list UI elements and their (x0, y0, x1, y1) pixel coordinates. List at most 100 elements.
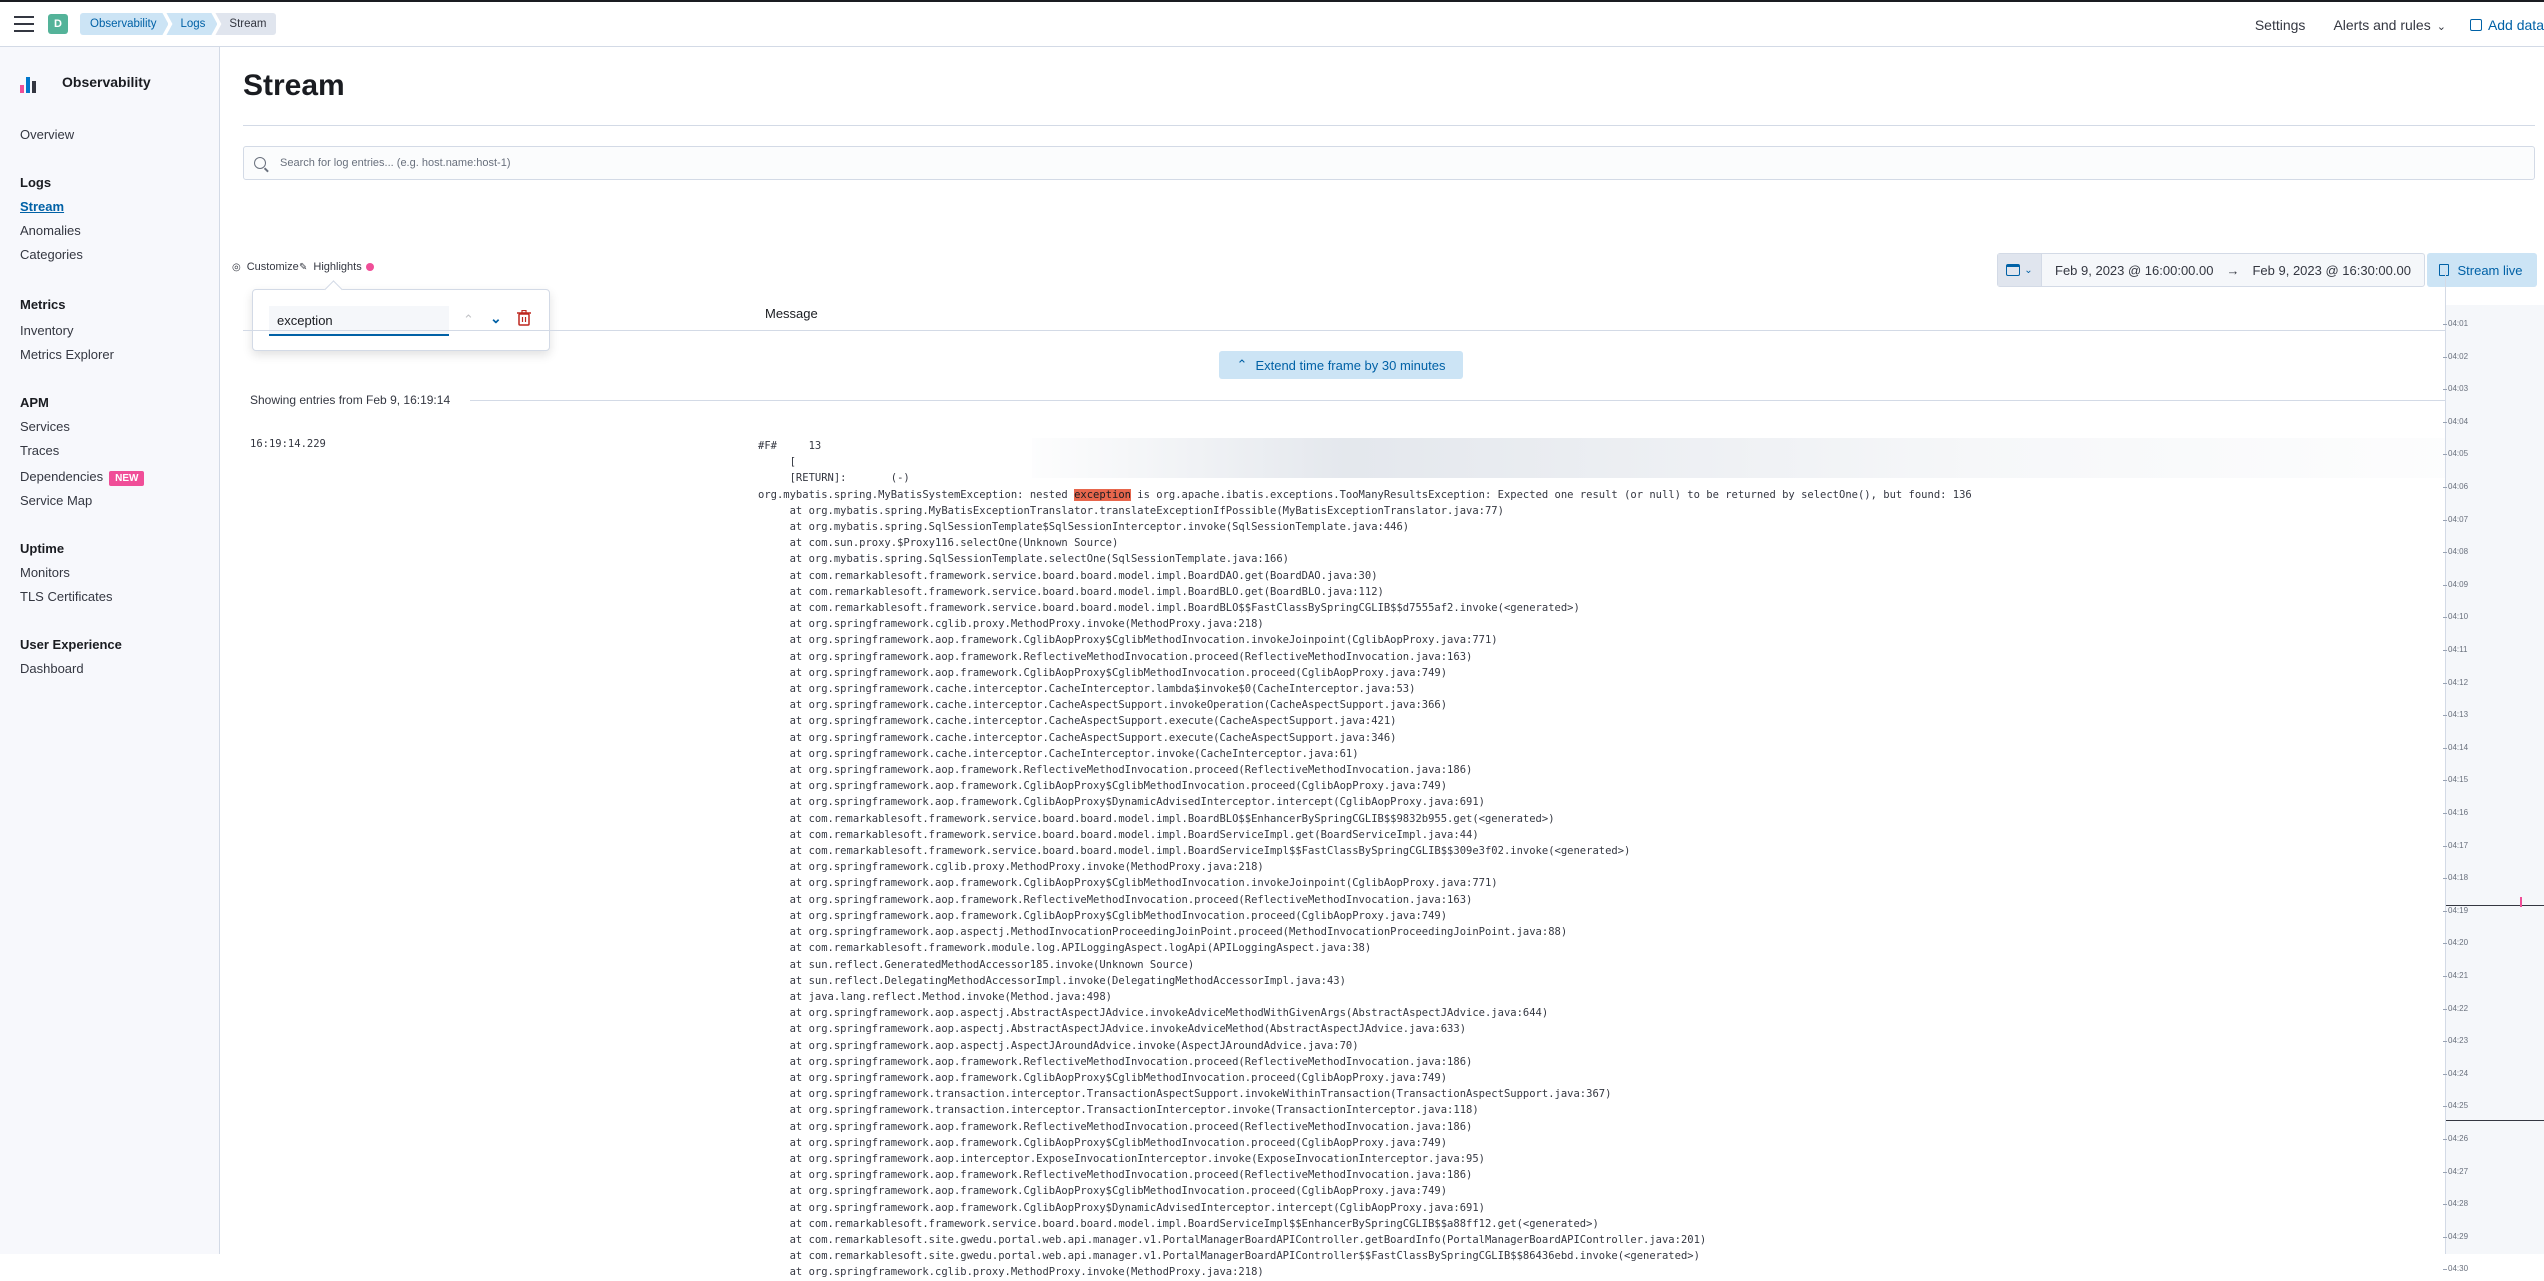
sidebar-item-anomalies[interactable]: Anomalies (20, 223, 81, 238)
stack-line: at org.mybatis.spring.SqlSessionTemplate… (789, 553, 1290, 566)
stack-line: at org.springframework.cache.interceptor… (789, 699, 1448, 712)
highlights-popover: ⌃ ⌄ (252, 289, 550, 351)
log-minimap[interactable]: 04:01 04:02 04:03 04:04 04:05 04:06 04:07 04:08… (2442, 271, 2544, 1273)
minimap-tick: 04:04 (2442, 416, 2469, 426)
chevron-down-icon[interactable]: ⌄ (490, 310, 502, 327)
sidebar-item-service-map[interactable]: Service Map (20, 493, 92, 508)
stack-line: at org.springframework.aop.framework.Cgl… (789, 1136, 1448, 1149)
highlight-term-input[interactable] (269, 306, 449, 336)
observability-logo-icon (20, 71, 42, 93)
alerts-menu[interactable]: Alerts and rules ⌄ (2333, 17, 2446, 33)
stack-line: at org.springframework.aop.framework.Ref… (789, 893, 1473, 906)
plus-icon (2469, 18, 2482, 31)
main-content: Stream Search for log entries... (e.g. h… (222, 47, 2544, 1278)
add-data-label: Add data (2487, 16, 2544, 33)
breadcrumb-logs[interactable]: Logs (166, 13, 217, 35)
chevron-down-icon: ⌄ (2024, 264, 2033, 276)
settings-link[interactable]: Settings (2255, 17, 2306, 33)
search-bar[interactable]: Search for log entries... (e.g. host.nam… (243, 146, 2535, 180)
sidebar-item-traces[interactable]: Traces (20, 443, 59, 458)
search-placeholder: Search for log entries... (e.g. host.nam… (280, 157, 511, 169)
stack-line: at org.springframework.cache.interceptor… (789, 731, 1397, 744)
stack-line: at org.mybatis.spring.MyBatisExceptionTr… (789, 504, 1504, 517)
showing-divider (470, 400, 2455, 401)
minimap-tick: 04:12 (2442, 677, 2469, 687)
stack-line: at org.springframework.aop.framework.Cgl… (789, 634, 1498, 647)
sidebar-item-label: Traces (20, 443, 60, 458)
minimap-tick: 04:25 (2442, 1101, 2469, 1111)
quick-select-button[interactable]: ⌄ (1998, 254, 2042, 286)
minimap-tick: 04:17 (2442, 840, 2469, 850)
highlights-button[interactable]: ✎ Highlights (299, 261, 374, 273)
log-message[interactable]: #F# 13 [ [RETURN]: (-) org.mybatis.sprin… (758, 438, 2438, 1281)
minimap-tick: 04:15 (2442, 775, 2469, 785)
sidebar-item-metrics-explorer[interactable]: Metrics Explorer (20, 347, 114, 362)
minimap-tick: 04:01 (2442, 319, 2469, 328)
minimap-tick: 04:18 (2442, 873, 2469, 883)
sidebar-item-dependencies[interactable]: Dependencies NEW (20, 469, 145, 486)
stack-line: at org.springframework.aop.framework.Ref… (789, 1169, 1473, 1182)
stack-line: at org.springframework.cache.interceptor… (789, 683, 1416, 696)
sidebar-item-services[interactable]: Services (20, 419, 70, 434)
chevron-up-icon[interactable]: ⌃ (463, 312, 474, 328)
page-title: Stream (243, 69, 345, 102)
sidebar-item-label: Stream (20, 199, 65, 214)
minimap-tick: 04:11 (2442, 645, 2468, 654)
arrow-right-icon: → (2226, 262, 2240, 278)
message-column-header: Message (765, 306, 818, 321)
minimap-tick: 04:08 (2442, 547, 2469, 557)
space-avatar[interactable]: D (48, 14, 68, 34)
sidebar-item-label: Dependencies (20, 469, 104, 484)
minimap-tick: 04:07 (2442, 514, 2469, 524)
sidebar-item-label: Categories (20, 247, 83, 262)
sidebar-item-dashboard[interactable]: Dashboard (20, 661, 84, 676)
sidebar-item-inventory[interactable]: Inventory (20, 323, 73, 338)
stack-line: at org.springframework.transaction.inter… (789, 1104, 1479, 1117)
stack-line: at org.springframework.cache.interceptor… (789, 715, 1397, 728)
sidebar: Observability Overview Logs Stream Anomalie… (0, 47, 220, 1254)
nav-heading-logs: Logs (20, 175, 52, 190)
breadcrumb: Observability Logs Stream (80, 13, 277, 35)
minimap-tick: 04:22 (2442, 1003, 2469, 1013)
stack-line: at org.springframework.aop.framework.Ref… (789, 650, 1473, 663)
breadcrumb-observability[interactable]: Observability (80, 13, 168, 35)
sidebar-item-categories[interactable]: Categories (20, 247, 83, 262)
stack-line: at org.springframework.aop.framework.Cgl… (789, 780, 1448, 793)
trash-icon[interactable] (517, 310, 531, 326)
log-return: [RETURN]: (-) (789, 472, 910, 485)
eye-icon: ◎ (232, 261, 241, 273)
sidebar-item-monitors[interactable]: Monitors (20, 565, 70, 580)
stack-line: at java.lang.reflect.Method.invoke(Metho… (789, 990, 1113, 1003)
stack-line: at org.springframework.aop.aspectj.Metho… (789, 926, 1568, 939)
log-prefix: #F# 13 (758, 440, 822, 452)
stack-line: at org.springframework.aop.framework.Ref… (789, 764, 1473, 777)
minimap-range-line (2446, 1120, 2544, 1121)
header-divider (243, 330, 2458, 331)
log-timestamp: 16:19:14.229 (250, 438, 326, 450)
sidebar-item-overview[interactable]: Overview (20, 127, 74, 142)
extend-timeframe-button[interactable]: ⌃ Extend time frame by 30 minutes (1219, 351, 1463, 379)
customize-button[interactable]: ◎ Customize (232, 261, 299, 273)
minimap-tick: 04:30 (2442, 1264, 2469, 1274)
sidebar-item-stream[interactable]: Stream (20, 199, 64, 214)
stack-line: at org.springframework.aop.framework.Cgl… (789, 877, 1498, 890)
minimap-tick: 04:16 (2442, 808, 2469, 817)
hamburger-menu-icon[interactable] (14, 16, 34, 32)
sidebar-item-tls-certificates[interactable]: TLS Certificates (20, 589, 112, 604)
stack-line: at org.springframework.aop.framework.Cgl… (789, 666, 1448, 679)
alerts-label: Alerts and rules (2333, 16, 2431, 33)
stack-line: at org.springframework.cglib.proxy.Metho… (789, 1266, 1264, 1279)
sidebar-item-label: Services (20, 419, 70, 434)
minimap-tick: 04:24 (2442, 1068, 2469, 1078)
nav-heading-user-experience: User Experience (20, 637, 122, 652)
date-range-picker: ⌄ Feb 9, 2023 @ 16:00:00.00 → Feb 9, 202… (1997, 253, 2425, 287)
minimap-tick: 04:10 (2442, 612, 2469, 622)
stack-line: at org.springframework.aop.framework.Cgl… (789, 1185, 1448, 1198)
stack-line: at org.springframework.aop.aspectj.Abstr… (789, 1007, 1549, 1020)
end-date[interactable]: Feb 9, 2023 @ 16:30:00.00 (2239, 263, 2423, 278)
stack-line: at com.remarkablesoft.framework.service.… (789, 1217, 1599, 1230)
start-date[interactable]: Feb 9, 2023 @ 16:00:00.00 (2042, 263, 2226, 278)
stack-line: at org.springframework.cglib.proxy.Metho… (789, 618, 1264, 631)
sidebar-item-label: Metrics Explorer (20, 347, 114, 362)
add-data-link[interactable]: Add data (2469, 16, 2544, 33)
